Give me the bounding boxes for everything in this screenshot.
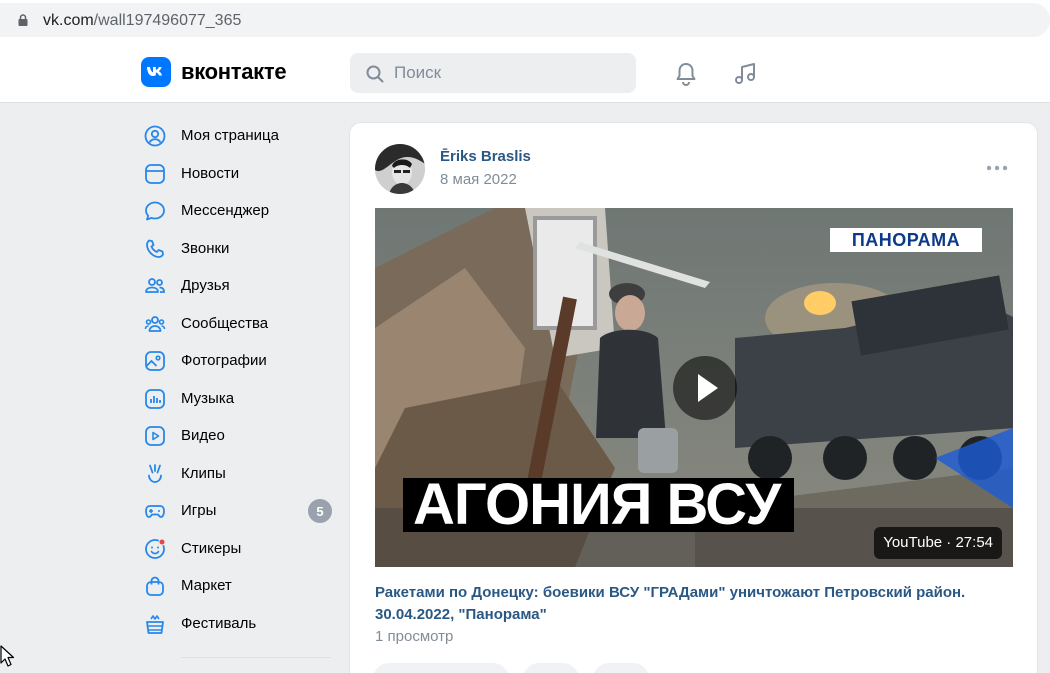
wall-post: Ēriks Braslis 8 мая 2022 ПАНОРАМА АГОНИЯ… (349, 122, 1038, 673)
sidebar-item-festival[interactable]: Фестиваль (140, 605, 335, 643)
message-icon (145, 201, 165, 221)
communities-icon (144, 315, 166, 332)
search-box[interactable] (350, 53, 636, 93)
clips-icon (148, 463, 162, 483)
sidebar-item-my-page[interactable]: Моя страница (140, 117, 335, 155)
avatar-photo (375, 144, 425, 194)
sidebar-item-label: Мессенджер (181, 202, 270, 219)
sidebar-item-label: Звонки (181, 239, 230, 257)
news-icon (145, 163, 165, 184)
vk-logo-icon (141, 57, 171, 87)
like-button[interactable] (373, 663, 509, 673)
market-icon (146, 576, 164, 596)
url-field[interactable]: vk.com/wall197496077_365 (0, 3, 1050, 37)
video-title-link[interactable]: Ракетами по Донецку: боевики ВСУ "ГРАДам… (375, 582, 1015, 626)
games-icon (145, 505, 165, 518)
more-options-icon[interactable] (985, 162, 1009, 174)
mouse-cursor-icon (0, 645, 14, 667)
music-icon (145, 388, 165, 409)
view-count: 1 просмотр (375, 628, 454, 645)
games-count-badge: 5 (308, 499, 332, 523)
search-icon (366, 65, 384, 83)
sidebar-item-stickers[interactable]: Стикеры (140, 530, 335, 568)
sidebar-item-label: Фестиваль (181, 614, 257, 632)
sidebar-item-label: Маркет (181, 577, 232, 594)
sidebar-item-label: Друзья (181, 277, 230, 294)
sidebar-item-video[interactable]: Видео (140, 417, 335, 455)
photo-icon (145, 351, 165, 371)
sidebar-item-label: Моя страница (181, 127, 279, 144)
comment-button[interactable] (523, 663, 579, 673)
post-date[interactable]: 8 мая 2022 (440, 171, 517, 188)
sidebar-item-market[interactable]: Маркет (140, 567, 335, 605)
phone-icon (146, 239, 164, 258)
sidebar-item-news[interactable]: Новости (140, 155, 335, 193)
play-icon[interactable] (673, 356, 737, 420)
sidebar-item-label: Стикеры (181, 539, 242, 557)
channel-logo: ПАНОРАМА (830, 228, 982, 252)
sidebar-item-label: Музыка (181, 389, 235, 407)
sidebar-item-messenger[interactable]: Мессенджер (140, 192, 335, 230)
stickers-icon (145, 538, 166, 559)
sidebar-divider (181, 657, 331, 658)
lock-icon (18, 14, 28, 26)
sidebar-item-label: Фотографии (181, 352, 267, 369)
sidebar-nav: Моя страница Новости Мессенджер Звонки Д… (140, 117, 335, 658)
url-path: /wall197496077_365 (93, 12, 242, 29)
sidebar-item-label: Видео (181, 427, 225, 444)
sidebar-item-label: Новости (181, 164, 240, 182)
sidebar-item-games[interactable]: Игры 5 (140, 492, 335, 530)
sidebar-item-friends[interactable]: Друзья (140, 267, 335, 305)
browser-address-bar: vk.com/wall197496077_365 (0, 0, 1050, 42)
sidebar-item-communities[interactable]: Сообщества (140, 305, 335, 343)
user-circle-icon (144, 125, 166, 147)
sidebar-item-clips[interactable]: Клипы (140, 455, 335, 493)
logo-text: вконтакте (181, 59, 287, 84)
video-caption: АГОНИЯ ВСУ (403, 476, 795, 534)
post-author[interactable]: Ēriks Braslis (440, 148, 531, 165)
sidebar-item-label: Клипы (181, 464, 226, 482)
festival-icon (146, 614, 164, 634)
search-input[interactable] (394, 53, 624, 93)
sidebar-item-music[interactable]: Музыка (140, 380, 335, 418)
vk-logo[interactable]: вконтакте (141, 57, 287, 87)
sidebar-item-calls[interactable]: Звонки (140, 230, 335, 268)
video-icon (145, 426, 165, 446)
sidebar-item-photos[interactable]: Фотографии (140, 342, 335, 380)
share-button[interactable] (593, 663, 649, 673)
url-text: vk.com/wall197496077_365 (43, 12, 241, 30)
music-note-icon[interactable] (731, 60, 759, 88)
video-thumbnail[interactable]: ПАНОРАМА АГОНИЯ ВСУ YouTube · 27:54 (375, 208, 1013, 567)
sidebar-item-label: Сообщества (181, 314, 269, 332)
bell-icon[interactable] (672, 60, 700, 88)
site-header: вконтакте (0, 42, 1050, 103)
url-host: vk.com (43, 12, 94, 29)
video-duration-badge: YouTube · 27:54 (874, 527, 1002, 559)
author-avatar[interactable] (375, 144, 425, 194)
sidebar-item-label: Игры (181, 502, 217, 519)
friends-icon (145, 278, 165, 293)
